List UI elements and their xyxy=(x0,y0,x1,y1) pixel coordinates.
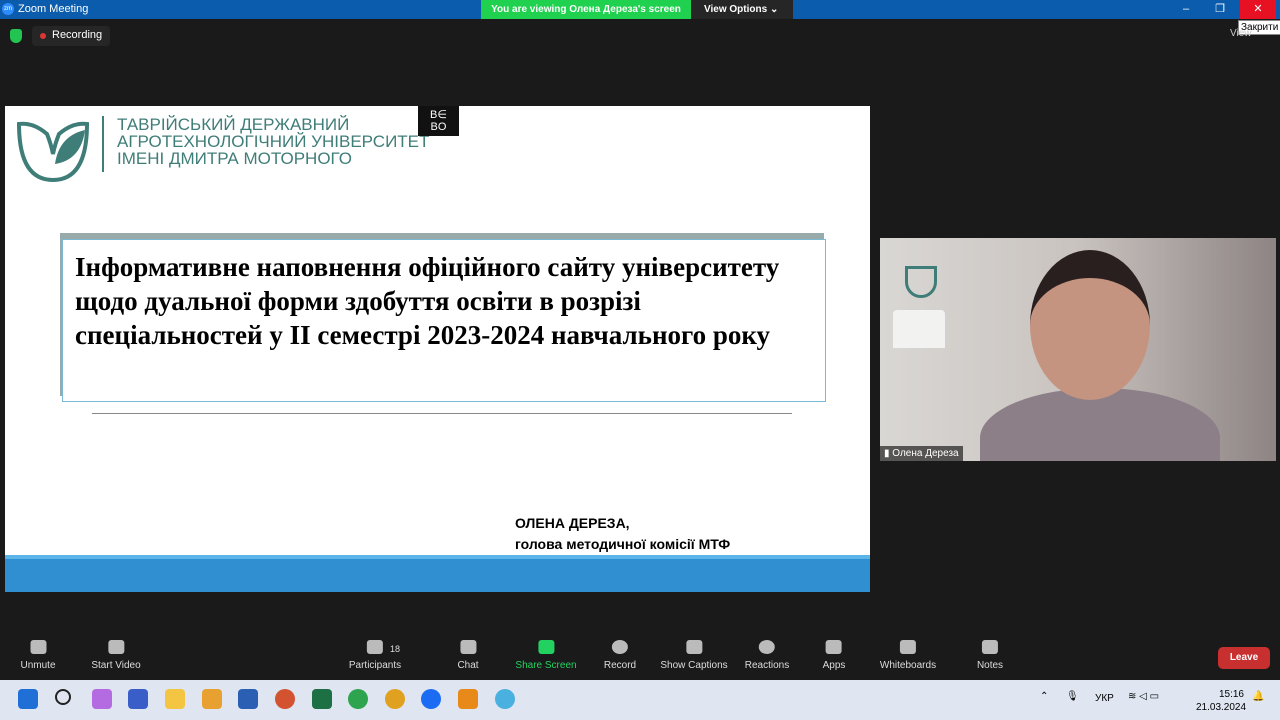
apps-button[interactable]: Apps xyxy=(822,636,846,671)
leave-button[interactable]: Leave xyxy=(1218,647,1270,669)
participants-label: Participants xyxy=(348,660,402,671)
university-logo-icon xyxy=(16,121,90,183)
share-screen-icon xyxy=(538,640,554,654)
meeting-toolbar: Unmute Start Video Participants 18 Chat … xyxy=(0,636,1280,680)
notes-icon xyxy=(982,640,998,654)
slide-title-box: Інформативне наповнення офіційного сайту… xyxy=(62,239,826,402)
lamp xyxy=(893,310,945,348)
chevron-up-icon[interactable]: ⌃ xyxy=(1040,691,1048,702)
participant-video-tile[interactable]: ▮ Олена Дереза xyxy=(880,238,1276,461)
author-role: голова методичної комісії МТФ xyxy=(515,536,731,552)
title-bar: zm Zoom Meeting You are viewing Олена Де… xyxy=(0,0,1280,19)
captions-icon xyxy=(685,640,702,654)
reactions-icon xyxy=(759,640,775,654)
notes-label: Notes xyxy=(976,660,1004,671)
whiteboards-button[interactable]: Whiteboards xyxy=(880,636,936,671)
app-icon[interactable] xyxy=(128,689,148,709)
show-captions-button[interactable]: Show Captions xyxy=(660,636,728,671)
footer-band xyxy=(5,555,870,592)
university-name: ТАВРІЙСЬКИЙ ДЕРЖАВНИЙ АГРОТЕХНОЛОГІЧНИЙ … xyxy=(117,116,429,167)
participant-name: Олена Дереза xyxy=(892,448,959,459)
wall-logo-icon xyxy=(905,266,937,298)
powerpoint-icon[interactable] xyxy=(275,689,295,709)
notification-bell-icon[interactable]: 🔔 xyxy=(1252,691,1264,702)
clock[interactable]: 15:16 21.03.2024 xyxy=(1196,688,1247,714)
recording-indicator[interactable]: Recording xyxy=(32,26,111,46)
notes-button[interactable]: Notes xyxy=(977,636,1003,671)
word-icon[interactable] xyxy=(238,689,258,709)
record-button[interactable]: Record xyxy=(604,636,636,671)
view-button[interactable]: View xyxy=(1230,28,1252,39)
viewing-banner: You are viewing Олена Дереза's screen xyxy=(481,0,691,19)
language-indicator[interactable]: УКР xyxy=(1095,693,1114,704)
record-icon xyxy=(612,640,628,654)
chevron-down-icon: ⌄ xyxy=(769,4,779,15)
close-button[interactable]: ✕ xyxy=(1240,0,1276,19)
apps-icon xyxy=(825,640,842,654)
app-icon[interactable] xyxy=(458,689,478,709)
wifi-volume-battery-icons[interactable]: ≋ ◁ ▭ xyxy=(1128,691,1159,702)
search-icon[interactable] xyxy=(55,689,71,705)
minimize-button[interactable]: – xyxy=(1168,0,1204,19)
author: ОЛЕНА ДЕРЕЗА, голова методичної комісії … xyxy=(515,513,730,555)
recording-label: Recording xyxy=(52,29,103,41)
chat-button[interactable]: Chat xyxy=(457,636,479,671)
browser-icon[interactable] xyxy=(495,689,515,709)
record-label: Record xyxy=(603,660,637,671)
university-line: ІМЕНІ ДМИТРА МОТОРНОГО xyxy=(117,149,353,168)
zoom-logo-icon: zm xyxy=(2,3,14,15)
video-off-icon xyxy=(107,640,124,654)
chat-label: Chat xyxy=(457,660,479,671)
app-icon[interactable] xyxy=(202,689,222,709)
file-explorer-icon[interactable] xyxy=(165,689,185,709)
show-captions-label: Show Captions xyxy=(660,660,728,671)
copilot-icon[interactable] xyxy=(92,689,112,709)
restore-button[interactable]: ❐ xyxy=(1202,0,1238,19)
start-video-button[interactable]: Start Video xyxy=(91,636,141,671)
shared-screen-slide: ТАВРІЙСЬКИЙ ДЕРЖАВНИЙ АГРОТЕХНОЛОГІЧНИЙ … xyxy=(5,106,870,592)
university-line: ТАВРІЙСЬКИЙ ДЕРЖАВНИЙ xyxy=(117,115,350,134)
participant-head xyxy=(1030,250,1150,400)
chrome-icon[interactable] xyxy=(348,689,368,709)
date: 21.03.2024 xyxy=(1196,702,1247,713)
share-screen-button[interactable]: Share Screen xyxy=(515,636,577,671)
view-options-button[interactable]: View Options ⌄ xyxy=(691,0,793,19)
participants-count: 18 xyxy=(390,644,401,654)
time: 15:16 xyxy=(1218,689,1244,700)
chat-icon xyxy=(460,640,476,654)
divider xyxy=(92,413,792,414)
participant-name-tag: ▮ Олена Дереза xyxy=(880,446,963,461)
excel-icon[interactable] xyxy=(312,689,332,709)
start-video-label: Start Video xyxy=(91,660,141,671)
microphone-icon[interactable]: 🎙 xyxy=(1066,691,1079,702)
slide-title: Інформативне наповнення офіційного сайту… xyxy=(75,252,780,350)
author-name: ОЛЕНА ДЕРЕЗА, xyxy=(515,515,630,531)
logo-divider xyxy=(102,116,104,172)
start-icon[interactable] xyxy=(18,689,38,709)
zoom-icon[interactable] xyxy=(421,689,441,709)
reactions-button[interactable]: Reactions xyxy=(745,636,789,671)
participants-icon xyxy=(367,640,383,654)
share-screen-label: Share Screen xyxy=(515,660,577,671)
chrome-icon[interactable] xyxy=(385,689,405,709)
apps-label: Apps xyxy=(822,660,846,671)
unmute-label: Unmute xyxy=(20,660,56,671)
whiteboard-icon xyxy=(899,640,916,654)
view-options-label: View Options xyxy=(704,4,768,15)
view-label: View xyxy=(1230,28,1252,39)
whiteboards-label: Whiteboards xyxy=(879,660,937,671)
reactions-label: Reactions xyxy=(744,660,790,671)
window-title: Zoom Meeting xyxy=(18,3,89,15)
university-line: АГРОТЕХНОЛОГІЧНИЙ УНІВЕРСИТЕТ xyxy=(117,132,430,151)
unmute-button[interactable]: Unmute xyxy=(20,636,56,671)
corner-logo: B∈ BO xyxy=(418,106,459,136)
windows-taskbar: ⌃ 🎙 УКР ≋ ◁ ▭ 15:16 21.03.2024 🔔 xyxy=(0,680,1280,720)
muted-mic-icon xyxy=(29,640,46,654)
security-shield-icon[interactable] xyxy=(10,29,22,43)
